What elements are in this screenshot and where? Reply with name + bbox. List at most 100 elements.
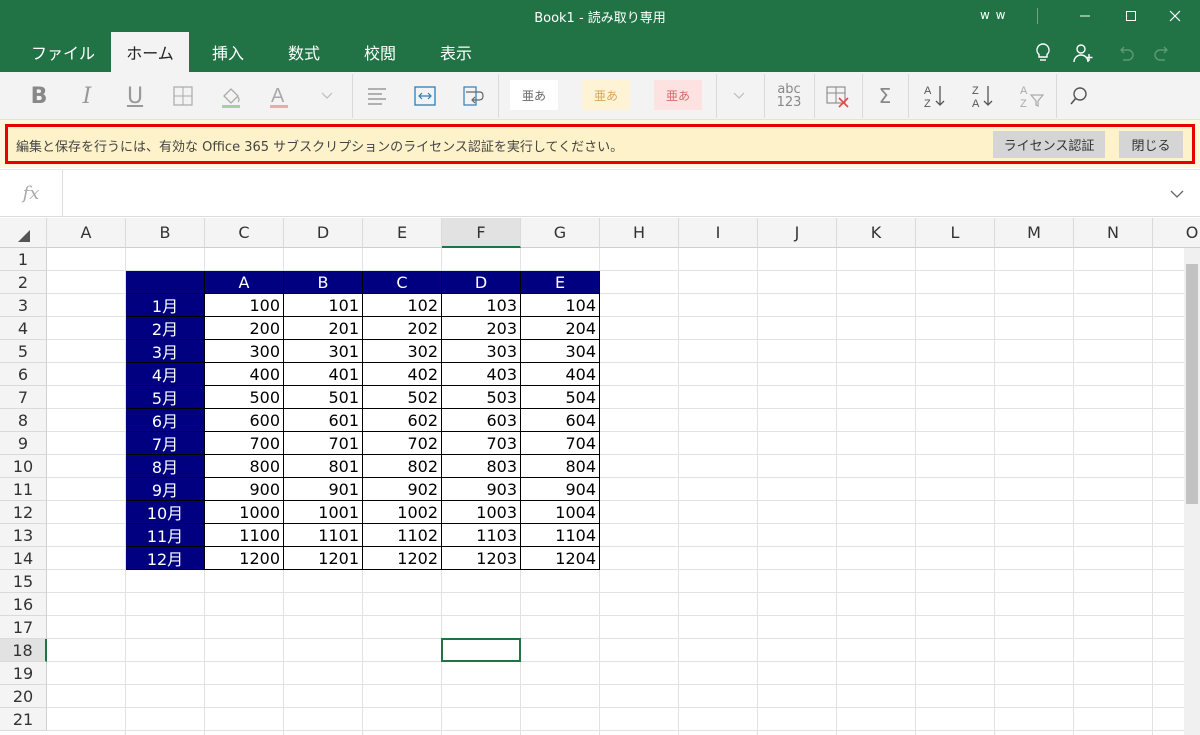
table-value-cell[interactable]: 1101	[284, 524, 363, 547]
tab-formulas[interactable]: 数式	[272, 32, 336, 72]
row-header-20[interactable]: 20	[0, 685, 47, 708]
table-header-cell[interactable]: E	[521, 271, 600, 294]
table-month-cell[interactable]: 3月	[126, 340, 205, 363]
column-header-d[interactable]: D	[284, 218, 363, 248]
find-button[interactable]	[1062, 78, 1096, 114]
table-value-cell[interactable]: 1204	[521, 547, 600, 570]
table-value-cell[interactable]: 902	[363, 478, 442, 501]
user-name[interactable]: w w	[980, 8, 1006, 22]
row-header-11[interactable]: 11	[0, 478, 47, 501]
table-value-cell[interactable]: 102	[363, 294, 442, 317]
table-value-cell[interactable]: 402	[363, 363, 442, 386]
select-all-corner[interactable]	[0, 218, 47, 248]
row-header-9[interactable]: 9	[0, 432, 47, 455]
table-month-cell[interactable]: 9月	[126, 478, 205, 501]
table-value-cell[interactable]: 1104	[521, 524, 600, 547]
tell-me-lightbulb-icon[interactable]	[1030, 40, 1056, 66]
table-corner-cell[interactable]	[126, 271, 205, 294]
sort-ascending-button[interactable]: AZ	[918, 78, 952, 114]
table-month-cell[interactable]: 10月	[126, 501, 205, 524]
column-header-a[interactable]: A	[47, 218, 126, 248]
table-value-cell[interactable]: 501	[284, 386, 363, 409]
table-value-cell[interactable]: 202	[363, 317, 442, 340]
tab-home[interactable]: ホーム	[111, 32, 189, 72]
redo-icon[interactable]	[1150, 40, 1176, 66]
table-month-cell[interactable]: 8月	[126, 455, 205, 478]
row-header-1[interactable]: 1	[0, 248, 47, 271]
close-window-button[interactable]	[1152, 0, 1198, 32]
share-person-add-icon[interactable]	[1070, 40, 1096, 66]
table-value-cell[interactable]: 200	[205, 317, 284, 340]
column-header-h[interactable]: H	[600, 218, 679, 248]
table-value-cell[interactable]: 1201	[284, 547, 363, 570]
table-value-cell[interactable]: 601	[284, 409, 363, 432]
maximize-button[interactable]	[1108, 0, 1154, 32]
table-value-cell[interactable]: 100	[205, 294, 284, 317]
row-header-12[interactable]: 12	[0, 501, 47, 524]
undo-icon[interactable]	[1112, 40, 1138, 66]
row-header-17[interactable]: 17	[0, 616, 47, 639]
row-header-18[interactable]: 18	[0, 639, 47, 662]
table-value-cell[interactable]: 201	[284, 317, 363, 340]
row-header-14[interactable]: 14	[0, 547, 47, 570]
table-value-cell[interactable]: 400	[205, 363, 284, 386]
table-value-cell[interactable]: 1100	[205, 524, 284, 547]
table-month-cell[interactable]: 12月	[126, 547, 205, 570]
column-header-m[interactable]: M	[995, 218, 1074, 248]
sort-descending-button[interactable]: ZA	[966, 78, 1000, 114]
table-value-cell[interactable]: 701	[284, 432, 363, 455]
row-header-2[interactable]: 2	[0, 271, 47, 294]
row-header-10[interactable]: 10	[0, 455, 47, 478]
table-value-cell[interactable]: 1001	[284, 501, 363, 524]
table-value-cell[interactable]: 900	[205, 478, 284, 501]
row-header-4[interactable]: 4	[0, 317, 47, 340]
column-header-e[interactable]: E	[363, 218, 442, 248]
table-value-cell[interactable]: 903	[442, 478, 521, 501]
minimize-button[interactable]	[1062, 0, 1108, 32]
table-value-cell[interactable]: 1002	[363, 501, 442, 524]
table-value-cell[interactable]: 300	[205, 340, 284, 363]
table-value-cell[interactable]: 101	[284, 294, 363, 317]
worksheet-grid[interactable]: A B C D E F G H I J K L M N O 1 2 3 4 5 6 7 8 9 10 11 12 13 14 15 16 17…	[0, 218, 1200, 735]
column-header-g[interactable]: G	[521, 218, 600, 248]
table-value-cell[interactable]: 203	[442, 317, 521, 340]
table-value-cell[interactable]: 1102	[363, 524, 442, 547]
table-value-cell[interactable]: 702	[363, 432, 442, 455]
font-dropdown-button[interactable]	[314, 78, 340, 114]
delete-cells-button[interactable]	[820, 78, 854, 114]
table-value-cell[interactable]: 804	[521, 455, 600, 478]
row-header-19[interactable]: 19	[0, 662, 47, 685]
active-cell-selection[interactable]	[441, 638, 521, 662]
table-value-cell[interactable]: 1000	[205, 501, 284, 524]
close-message-button[interactable]: 閉じる	[1119, 131, 1183, 158]
table-value-cell[interactable]: 104	[521, 294, 600, 317]
column-header-b[interactable]: B	[126, 218, 205, 248]
column-header-j[interactable]: J	[758, 218, 837, 248]
table-value-cell[interactable]: 1003	[442, 501, 521, 524]
merge-button[interactable]	[408, 78, 442, 114]
row-header-8[interactable]: 8	[0, 409, 47, 432]
column-header-f[interactable]: F	[442, 218, 521, 248]
borders-button[interactable]	[166, 78, 200, 114]
row-header-6[interactable]: 6	[0, 363, 47, 386]
table-value-cell[interactable]: 704	[521, 432, 600, 455]
table-value-cell[interactable]: 103	[442, 294, 521, 317]
wrap-text-button[interactable]	[456, 78, 490, 114]
table-value-cell[interactable]: 404	[521, 363, 600, 386]
styles-dropdown-button[interactable]	[726, 78, 752, 114]
table-value-cell[interactable]: 302	[363, 340, 442, 363]
column-header-i[interactable]: I	[679, 218, 758, 248]
table-month-cell[interactable]: 7月	[126, 432, 205, 455]
table-value-cell[interactable]: 604	[521, 409, 600, 432]
table-value-cell[interactable]: 301	[284, 340, 363, 363]
font-color-button[interactable]: A	[262, 78, 296, 114]
column-header-k[interactable]: K	[837, 218, 916, 248]
align-button[interactable]	[360, 78, 394, 114]
table-value-cell[interactable]: 602	[363, 409, 442, 432]
table-value-cell[interactable]: 1202	[363, 547, 442, 570]
expand-formula-bar-button[interactable]	[1170, 184, 1184, 203]
fill-color-button[interactable]	[214, 78, 248, 114]
table-value-cell[interactable]: 801	[284, 455, 363, 478]
tab-insert[interactable]: 挿入	[196, 32, 260, 72]
table-value-cell[interactable]: 502	[363, 386, 442, 409]
